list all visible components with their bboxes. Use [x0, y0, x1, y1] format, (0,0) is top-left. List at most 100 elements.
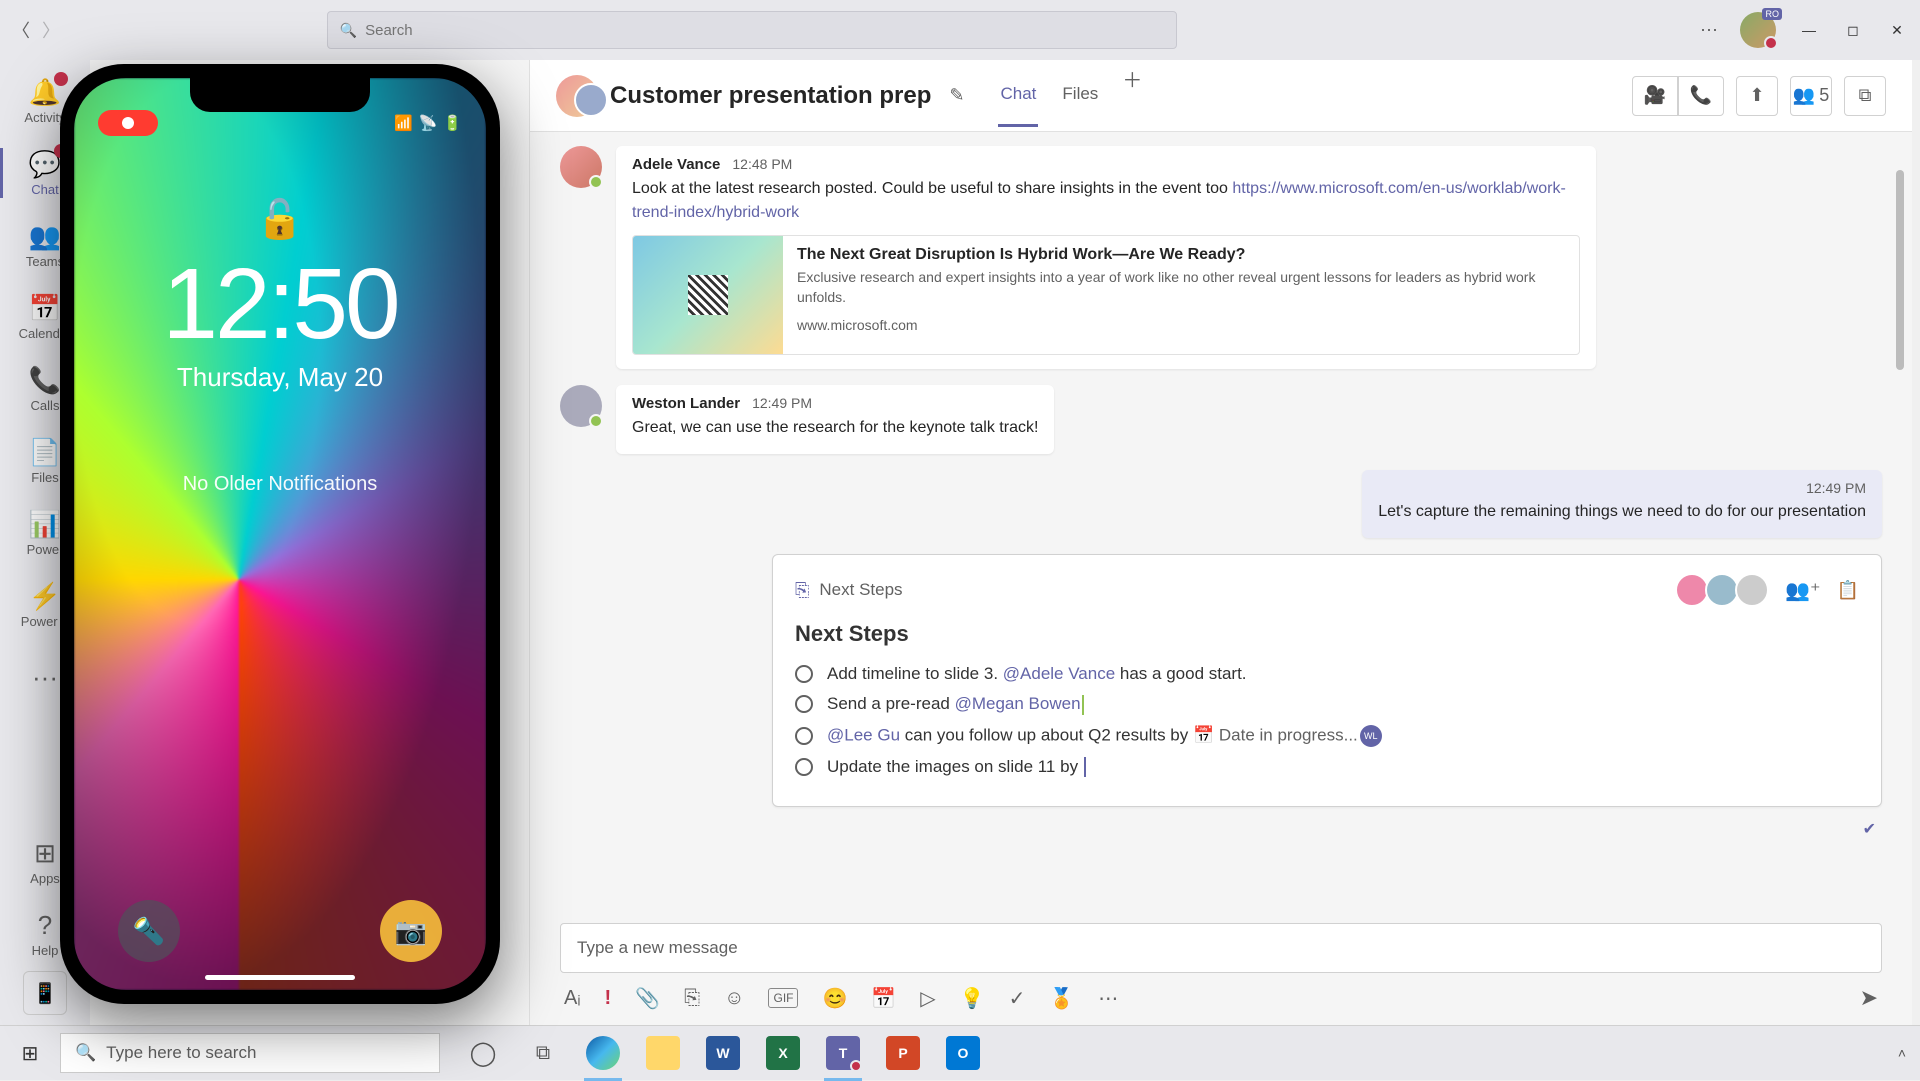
add-tab-icon[interactable]: ＋ [1122, 64, 1142, 127]
tb-outlook[interactable]: O [934, 1026, 992, 1081]
mention[interactable]: @Lee Gu [827, 725, 900, 744]
tb-explorer[interactable] [634, 1026, 692, 1081]
popout-button[interactable]: ⧉ [1844, 76, 1886, 116]
settings-ellipsis-icon[interactable]: ⋯ [1700, 20, 1718, 41]
teams-icon: 👥 [29, 221, 61, 252]
scrollbar-thumb[interactable] [1896, 170, 1904, 370]
close-button[interactable]: ✕ [1886, 19, 1908, 41]
task-text: has a good start. [1115, 664, 1246, 683]
copy-component-icon[interactable]: 📋 [1837, 580, 1859, 601]
gif-icon[interactable]: GIF [768, 988, 798, 1008]
tab-files[interactable]: Files [1060, 64, 1100, 127]
rail-label: Power [27, 542, 64, 557]
badge-icon [54, 72, 68, 86]
tray-chevron-icon[interactable]: ˄ [1898, 1045, 1906, 1061]
audio-call-button[interactable]: 📞 [1678, 76, 1724, 116]
back-arrow-icon[interactable]: 〈 [12, 17, 30, 43]
participants-count: 5 [1819, 85, 1829, 106]
message-time: 12:49 PM [1806, 480, 1866, 496]
more-actions-icon[interactable]: ⋯ [1098, 986, 1118, 1011]
link-preview-card[interactable]: The Next Great Disruption Is Hybrid Work… [632, 235, 1580, 355]
search-input[interactable] [365, 22, 1164, 39]
task-checkbox[interactable] [795, 727, 813, 745]
tb-excel[interactable]: X [754, 1026, 812, 1081]
send-button[interactable]: ➤ [1860, 985, 1878, 1011]
minimize-button[interactable]: — [1798, 19, 1820, 41]
rail-label: Teams [26, 254, 64, 269]
search-box[interactable]: 🔍 [327, 11, 1177, 49]
tb-teams[interactable]: T [814, 1026, 872, 1081]
sticker-icon[interactable]: 😊 [822, 986, 847, 1011]
loop-tab-name[interactable]: Next Steps [819, 580, 902, 600]
loop-icon: ⎘ [795, 580, 809, 601]
caret-icon [1084, 757, 1086, 777]
power-icon: 📊 [29, 509, 61, 540]
task-checkbox[interactable] [795, 758, 813, 776]
task-row[interactable]: @Lee Gu can you follow up about Q2 resul… [795, 720, 1859, 752]
group-avatar [556, 75, 598, 117]
mention[interactable]: @Adele Vance [1003, 664, 1115, 683]
attach-icon[interactable]: 📎 [635, 986, 660, 1011]
task-row[interactable]: Add timeline to slide 3. @Adele Vance ha… [795, 659, 1859, 689]
schedule-icon[interactable]: 📅 [871, 986, 896, 1011]
avatar[interactable] [560, 385, 602, 427]
record-dot-icon [122, 117, 134, 129]
collaborator-avatar[interactable] [1735, 573, 1769, 607]
stream-icon[interactable]: ▷ [920, 986, 935, 1011]
participants-button[interactable]: 👥5 [1790, 76, 1832, 116]
emoji-icon[interactable]: ☺ [724, 987, 744, 1010]
add-people-icon[interactable]: 👥⁺ [1785, 578, 1820, 603]
user-avatar[interactable] [1740, 12, 1776, 48]
video-call-button[interactable]: 🎥 [1632, 76, 1678, 116]
rail-label: Files [31, 470, 58, 485]
loop-title[interactable]: Next Steps [795, 621, 1859, 647]
wifi-icon: 📡 [419, 114, 438, 132]
priority-icon[interactable]: ! [604, 987, 611, 1010]
task-checkbox[interactable] [795, 695, 813, 713]
message-time: 12:49 PM [752, 395, 812, 411]
task-checkbox[interactable] [795, 665, 813, 683]
approvals-icon[interactable]: ✓ [1009, 986, 1026, 1011]
loop-component[interactable]: ⎘ Next Steps 👥⁺ 📋 Next Steps Add timelin… [772, 554, 1882, 807]
compose-input[interactable]: Type a new message [560, 923, 1882, 973]
taskview-icon: ⧉ [536, 1042, 550, 1065]
tb-powerpoint[interactable]: P [874, 1026, 932, 1081]
forward-arrow-icon[interactable]: 〉 [42, 17, 60, 43]
format-icon[interactable]: Aᵢ [564, 987, 580, 1010]
taskbar-search[interactable]: 🔍 Type here to search [60, 1033, 440, 1073]
pencil-icon[interactable]: ✎ [949, 85, 964, 106]
viva-icon[interactable]: 💡 [960, 986, 985, 1011]
maximize-button[interactable]: ◻ [1842, 19, 1864, 41]
collaborator-avatar[interactable] [1675, 573, 1709, 607]
messages-list[interactable]: Adele Vance 12:48 PM Look at the latest … [530, 132, 1912, 913]
tab-chat[interactable]: Chat [998, 64, 1038, 127]
rail-label: Help [32, 943, 59, 958]
system-tray[interactable]: ˄ [1898, 1045, 1920, 1061]
share-screen-button[interactable]: ⬆ [1736, 76, 1778, 116]
tb-edge[interactable] [574, 1026, 632, 1081]
phone-screen[interactable]: 📶📡🔋 🔓 12:50 Thursday, May 20 No Older No… [74, 78, 486, 990]
task-row[interactable]: Send a pre-read @Megan Bowen [795, 689, 1859, 720]
collaborator-avatar[interactable] [1705, 573, 1739, 607]
caret-icon [1082, 695, 1084, 715]
compose-placeholder: Type a new message [577, 938, 738, 958]
tb-cortana[interactable]: ◯ [454, 1026, 512, 1081]
tb-word[interactable]: W [694, 1026, 752, 1081]
taskbar-search-placeholder: Type here to search [106, 1043, 256, 1063]
tb-taskview[interactable]: ⧉ [514, 1026, 572, 1081]
avatar[interactable] [560, 146, 602, 188]
task-row[interactable]: Update the images on slide 11 by [795, 752, 1859, 783]
mention[interactable]: @Megan Bowen [955, 694, 1081, 713]
message-text: Let's capture the remaining things we ne… [1378, 500, 1866, 524]
lock-date: Thursday, May 20 [177, 362, 383, 393]
start-button[interactable]: ⊞ [0, 1026, 60, 1080]
message-text: Great, we can use the research for the k… [632, 416, 1038, 440]
task-text: can you follow up about Q2 results by [900, 725, 1193, 744]
message-row: Adele Vance 12:48 PM Look at the latest … [560, 146, 1882, 369]
rail-mobile[interactable]: 📱 [23, 971, 67, 1015]
praise-icon[interactable]: 🏅 [1049, 986, 1074, 1011]
loop-insert-icon[interactable]: ⎘ [684, 987, 700, 1010]
date-picker[interactable]: 📅 Date in progress... [1193, 725, 1358, 744]
recording-pill[interactable] [98, 110, 158, 136]
compose-area: Type a new message Aᵢ ! 📎 ⎘ ☺ GIF 😊 📅 ▷ … [530, 913, 1912, 1025]
